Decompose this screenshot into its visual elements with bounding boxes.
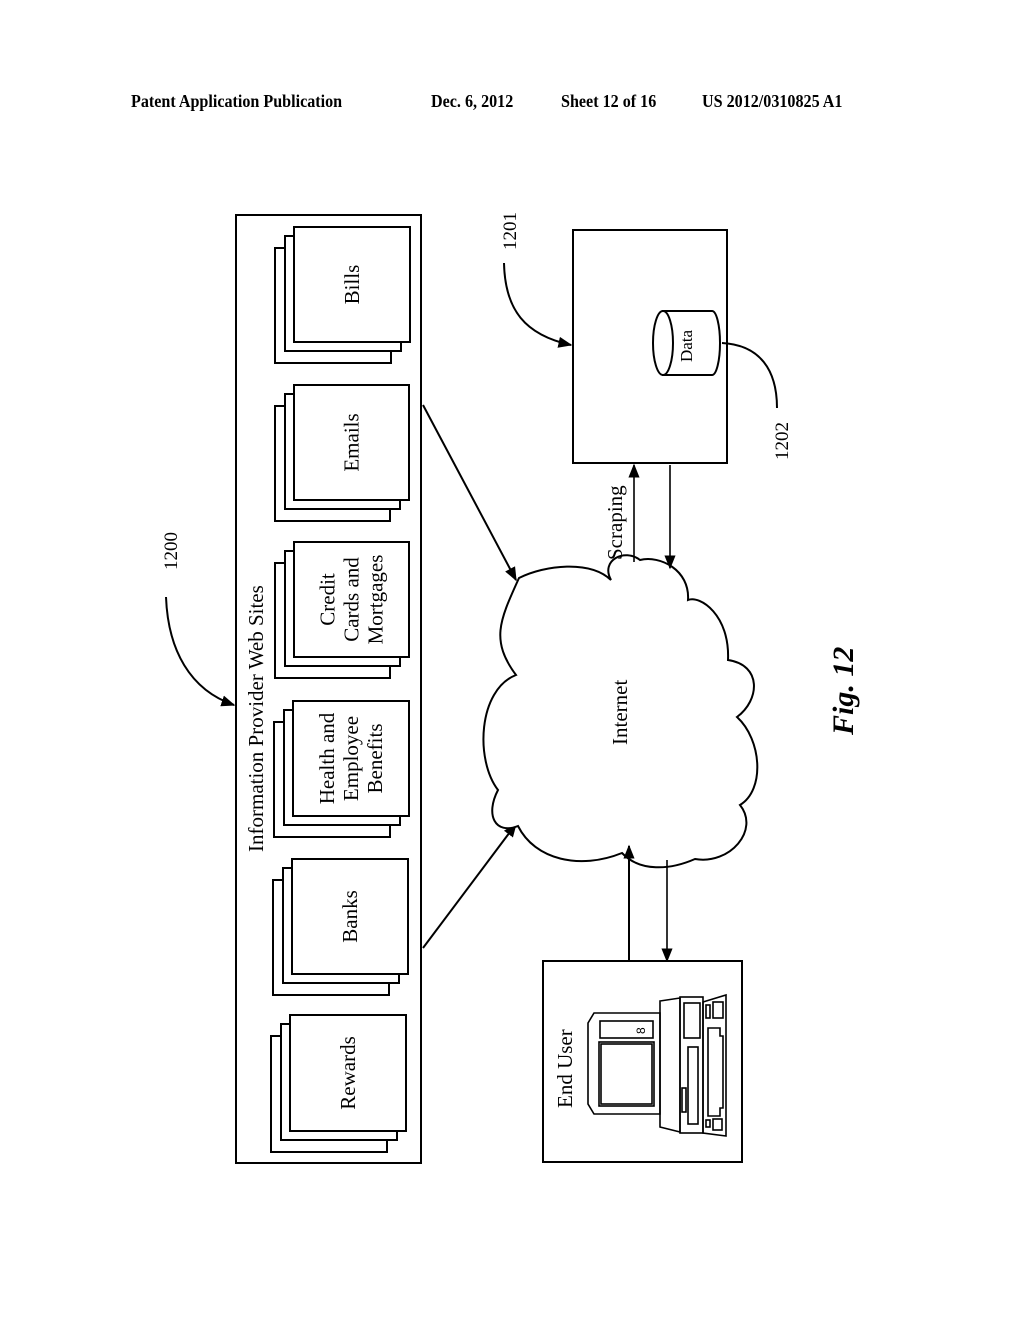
provider-site-label-line: Emails (340, 413, 364, 471)
provider-site-rewards: Rewards (270, 1014, 407, 1153)
figure-12-diagram: Information Provider Web Sites Bills Emai… (161, 212, 860, 1164)
provider-site-label: Bills (340, 265, 364, 305)
provider-site-label-line: Credit (316, 573, 340, 626)
provider-site-label-line: Bills (340, 265, 364, 305)
monitor-glyph: 8 (634, 1027, 648, 1034)
provider-site-label: Health andEmployeeBenefits (315, 712, 387, 804)
ref-1201-leader (503, 262, 573, 348)
provider-site-health-employee-benefits: Health andEmployeeBenefits (273, 700, 410, 838)
provider-site-label-line: Banks (338, 890, 362, 943)
ref-1202-label: 1202 (772, 422, 793, 460)
ref-1202-leader (721, 342, 778, 409)
arrow-banks-to-internet (422, 822, 517, 949)
provider-site-label-line: Mortgages (364, 555, 388, 645)
provider-site-label-line: Benefits (363, 724, 387, 794)
provider-site-label-line: Rewards (336, 1036, 360, 1109)
scraping-label: Scraping (603, 485, 627, 560)
provider-site-label: Banks (338, 890, 362, 943)
ref-1201: 1201 (500, 212, 573, 348)
ref-1201-label: 1201 (500, 212, 521, 250)
ref-1202: 1202 (721, 342, 793, 460)
internet-cloud: Internet (482, 554, 759, 869)
ref-1200-label: 1200 (161, 532, 182, 570)
provider-site-label-line: Cards and (340, 557, 364, 642)
figure-caption: Fig. 12 (827, 647, 860, 736)
end-user-box: End User 8 (542, 960, 743, 1163)
provider-site-label: Emails (340, 413, 364, 471)
provider-site-label: Rewards (336, 1036, 360, 1109)
database-label: Data (677, 329, 696, 362)
provider-site-label-line: Health and (315, 712, 339, 804)
server-box: Data (572, 229, 728, 464)
database-cylinder: Data (652, 310, 721, 376)
ref-1200-leader (165, 596, 236, 707)
provider-site-emails: Emails (274, 384, 410, 522)
internet-label: Internet (608, 680, 632, 745)
end-user-label: End User (553, 1029, 577, 1108)
provider-site-banks: Banks (272, 858, 409, 996)
provider-group-title: Information Provider Web Sites (244, 585, 268, 852)
provider-site-label-line: Employee (339, 716, 363, 801)
provider-site-bills: Bills (274, 226, 411, 364)
provider-site-credit-cards-mortgages: CreditCards andMortgages (274, 541, 410, 679)
ref-1200: 1200 (161, 532, 236, 707)
cylinder-top (652, 310, 674, 376)
arrow-emails-to-internet (422, 404, 517, 582)
